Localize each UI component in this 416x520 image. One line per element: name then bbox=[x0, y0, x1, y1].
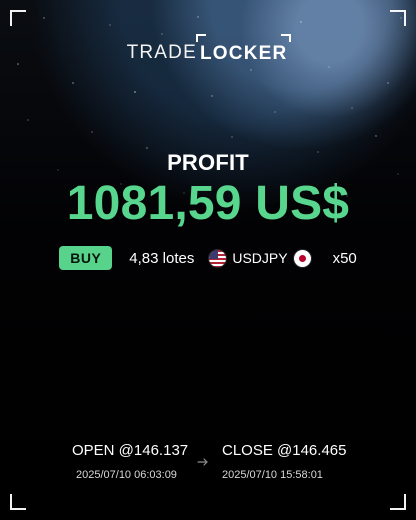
close-price-block: CLOSE @146.465 2025/07/10 15:58:01 bbox=[222, 442, 346, 481]
us-flag-icon bbox=[209, 249, 227, 267]
arrow-right-icon bbox=[197, 457, 209, 467]
close-time: 2025/07/10 15:58:01 bbox=[222, 469, 323, 481]
brand-logo: TRADE LOCKER bbox=[0, 34, 416, 64]
jp-flag-icon bbox=[293, 249, 311, 267]
trade-side-badge: BUY bbox=[59, 246, 113, 270]
brand-locker-text: LOCKER bbox=[195, 34, 292, 64]
frame-corner-top-right bbox=[390, 10, 406, 26]
frame-corner-bottom-right bbox=[390, 494, 406, 510]
open-price: OPEN @146.137 bbox=[72, 442, 189, 459]
frame-corner-top-left bbox=[10, 10, 26, 26]
brand-trade-text: TRADE bbox=[126, 42, 197, 63]
open-time: 2025/07/10 06:03:09 bbox=[76, 469, 177, 481]
trade-summary: BUY 4,83 lotes USDJPY x50 bbox=[0, 246, 416, 270]
close-price: CLOSE @146.465 bbox=[222, 442, 347, 459]
currency-pair: USDJPY bbox=[209, 249, 311, 267]
leverage-label: x50 bbox=[332, 249, 357, 267]
frame-corner-bottom-left bbox=[10, 494, 26, 510]
profit-label: PROFIT bbox=[167, 150, 249, 175]
trade-result-card: TRADE LOCKER PROFIT 1081,59 US$ BUY 4,83… bbox=[0, 0, 416, 520]
trade-size: 4,83 lotes bbox=[129, 249, 195, 267]
profit-amount: 1081,59 US$ bbox=[66, 177, 350, 230]
currency-pair-label: USDJPY bbox=[232, 250, 288, 266]
open-price-block: OPEN @146.137 2025/07/10 06:03:09 bbox=[72, 442, 188, 481]
